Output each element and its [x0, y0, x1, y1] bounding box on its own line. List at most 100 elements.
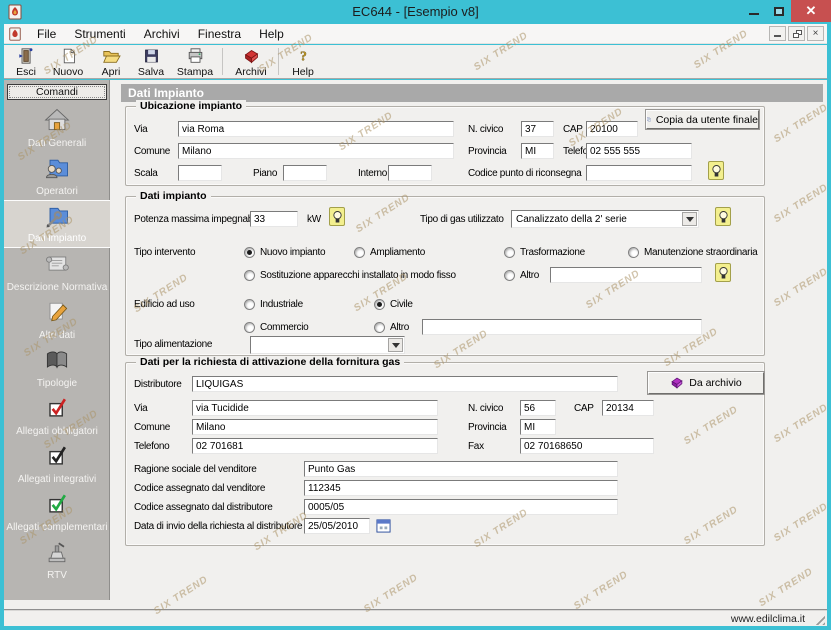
scala-label: Scala [134, 168, 158, 179]
sidebar-item-rtv[interactable]: RTV [4, 536, 110, 584]
telefono-input[interactable] [192, 438, 438, 454]
via-input[interactable] [178, 121, 454, 137]
print-button[interactable]: Stampa [172, 46, 218, 78]
menu-file[interactable]: File [28, 24, 65, 44]
provincia-input[interactable] [520, 419, 556, 435]
green-check-icon [42, 490, 72, 518]
mdi-minimize-button[interactable] [769, 26, 786, 41]
comandi-header-button[interactable]: Comandi [7, 84, 107, 100]
help-button[interactable]: ? Help [284, 46, 322, 78]
comune-input[interactable] [192, 419, 438, 435]
radio-industriale[interactable] [244, 299, 255, 310]
ragione-sociale-input[interactable] [304, 461, 618, 477]
archives-button[interactable]: Archivi [228, 46, 274, 78]
cap-label: CAP [563, 124, 583, 135]
telefono-input[interactable] [586, 143, 692, 159]
sidebar-item-allegati-obbligatori[interactable]: Allegati obbligatori [4, 392, 110, 440]
data-invio-input[interactable] [304, 518, 370, 534]
radio-nuovo-impianto[interactable] [244, 247, 255, 258]
menu-strumenti[interactable]: Strumenti [65, 24, 134, 44]
comune-input[interactable] [178, 143, 454, 159]
radio-intervento-altro[interactable] [504, 270, 515, 281]
radio-trasformazione[interactable] [504, 247, 515, 258]
codice-riconsegna-input[interactable] [586, 165, 692, 181]
mdi-restore-button[interactable] [788, 26, 805, 41]
provincia-input[interactable] [521, 143, 554, 159]
codice-distributore-label: Codice assegnato dal distributore [134, 502, 273, 513]
menu-help[interactable]: Help [250, 24, 293, 44]
edilclima-link[interactable]: www.edilclima.it [731, 613, 805, 625]
mdi-close-button[interactable]: × [807, 26, 824, 41]
sidebar-item-tipologie[interactable]: Tipologie [4, 344, 110, 392]
edificio-label: Edificio ad uso [134, 299, 195, 310]
hint-bulb-icon[interactable] [715, 207, 731, 226]
edificio-altro-input[interactable] [422, 319, 702, 335]
toolbar-separator [222, 48, 223, 75]
menu-bar: File Strumenti Archivi Finestra Help × [4, 24, 827, 44]
minimize-button[interactable] [741, 0, 767, 22]
radio-civile[interactable] [374, 299, 385, 310]
resize-grip[interactable] [812, 612, 825, 625]
radio-manutenzione[interactable] [628, 247, 639, 258]
menu-archivi[interactable]: Archivi [135, 24, 189, 44]
data-invio-label: Data di invio della richiesta al distrib… [134, 521, 302, 532]
sidebar-item-allegati-integrativi[interactable]: Allegati integrativi [4, 440, 110, 488]
app-window: EC644 - [Esempio v8] ✕ File Strumenti Ar… [0, 0, 831, 630]
new-button[interactable]: Nuovo [46, 46, 90, 78]
radio-edificio-altro-label: Altro [390, 322, 409, 333]
sidebar-item-altri-dati[interactable]: Altri dati [4, 296, 110, 344]
provincia-label: Provincia [468, 422, 506, 433]
cap-input[interactable] [602, 400, 654, 416]
radio-sostituzione[interactable] [244, 270, 255, 281]
open-button[interactable]: Apri [92, 46, 130, 78]
provincia-label: Provincia [468, 146, 506, 157]
sidebar-item-descrizione-normativa[interactable]: Descrizione Normativa [4, 248, 110, 296]
save-button[interactable]: Salva [131, 46, 171, 78]
menu-finestra[interactable]: Finestra [189, 24, 250, 44]
da-archivio-button[interactable]: Da archivio [648, 372, 764, 394]
open-book-icon [42, 346, 72, 374]
hint-bulb-icon[interactable] [715, 263, 731, 282]
fax-input[interactable] [520, 438, 654, 454]
codice-venditore-input[interactable] [304, 480, 618, 496]
piano-input[interactable] [283, 165, 327, 181]
ncivico-input[interactable] [520, 400, 556, 416]
radio-manutenzione-label: Manutenzione straordinaria [644, 247, 757, 258]
radio-intervento-altro-label: Altro [520, 270, 539, 281]
radio-commercio[interactable] [244, 322, 255, 333]
radio-edificio-altro[interactable] [374, 322, 385, 333]
cap-input[interactable] [586, 121, 638, 137]
via-label: Via [134, 124, 147, 135]
sidebar: Comandi Dati Generali Operatori [4, 80, 110, 600]
copy-from-end-user-button[interactable]: Copia da utente finale [646, 110, 759, 129]
codice-distributore-input[interactable] [304, 499, 618, 515]
title-bar: EC644 - [Esempio v8] ✕ [0, 0, 831, 24]
via-input[interactable] [192, 400, 438, 416]
close-button[interactable]: ✕ [791, 0, 831, 22]
house-icon [42, 106, 72, 134]
radio-ampliamento[interactable] [354, 247, 365, 258]
chevron-down-icon[interactable] [388, 338, 403, 352]
question-mark-icon: ? [284, 46, 322, 65]
hint-bulb-icon[interactable] [329, 207, 345, 226]
potenza-input[interactable] [250, 211, 298, 227]
sidebar-item-dati-impianto[interactable]: Dati impianto [4, 200, 110, 248]
distributore-input[interactable] [192, 376, 618, 392]
alimentazione-dropdown[interactable] [250, 336, 405, 354]
chevron-down-icon[interactable] [682, 212, 697, 226]
sidebar-item-operatori[interactable]: Operatori [4, 152, 110, 200]
intervento-altro-input[interactable] [550, 267, 702, 283]
sidebar-item-dati-generali[interactable]: Dati Generali [4, 104, 110, 152]
maximize-button[interactable] [767, 0, 791, 22]
calendar-icon[interactable] [376, 518, 391, 533]
stamp-icon [42, 538, 72, 566]
radio-sostituzione-label: Sostituzione apparecchi installato in mo… [260, 270, 456, 281]
exit-button[interactable]: Esci [6, 46, 46, 78]
sidebar-item-allegati-complementari[interactable]: Allegati complementari [4, 488, 110, 536]
interno-input[interactable] [388, 165, 432, 181]
hint-bulb-icon[interactable] [708, 161, 724, 180]
gas-dropdown[interactable]: Canalizzato della 2' serie [511, 210, 699, 228]
copy-pages-icon [647, 113, 651, 126]
scala-input[interactable] [178, 165, 222, 181]
ncivico-input[interactable] [521, 121, 554, 137]
